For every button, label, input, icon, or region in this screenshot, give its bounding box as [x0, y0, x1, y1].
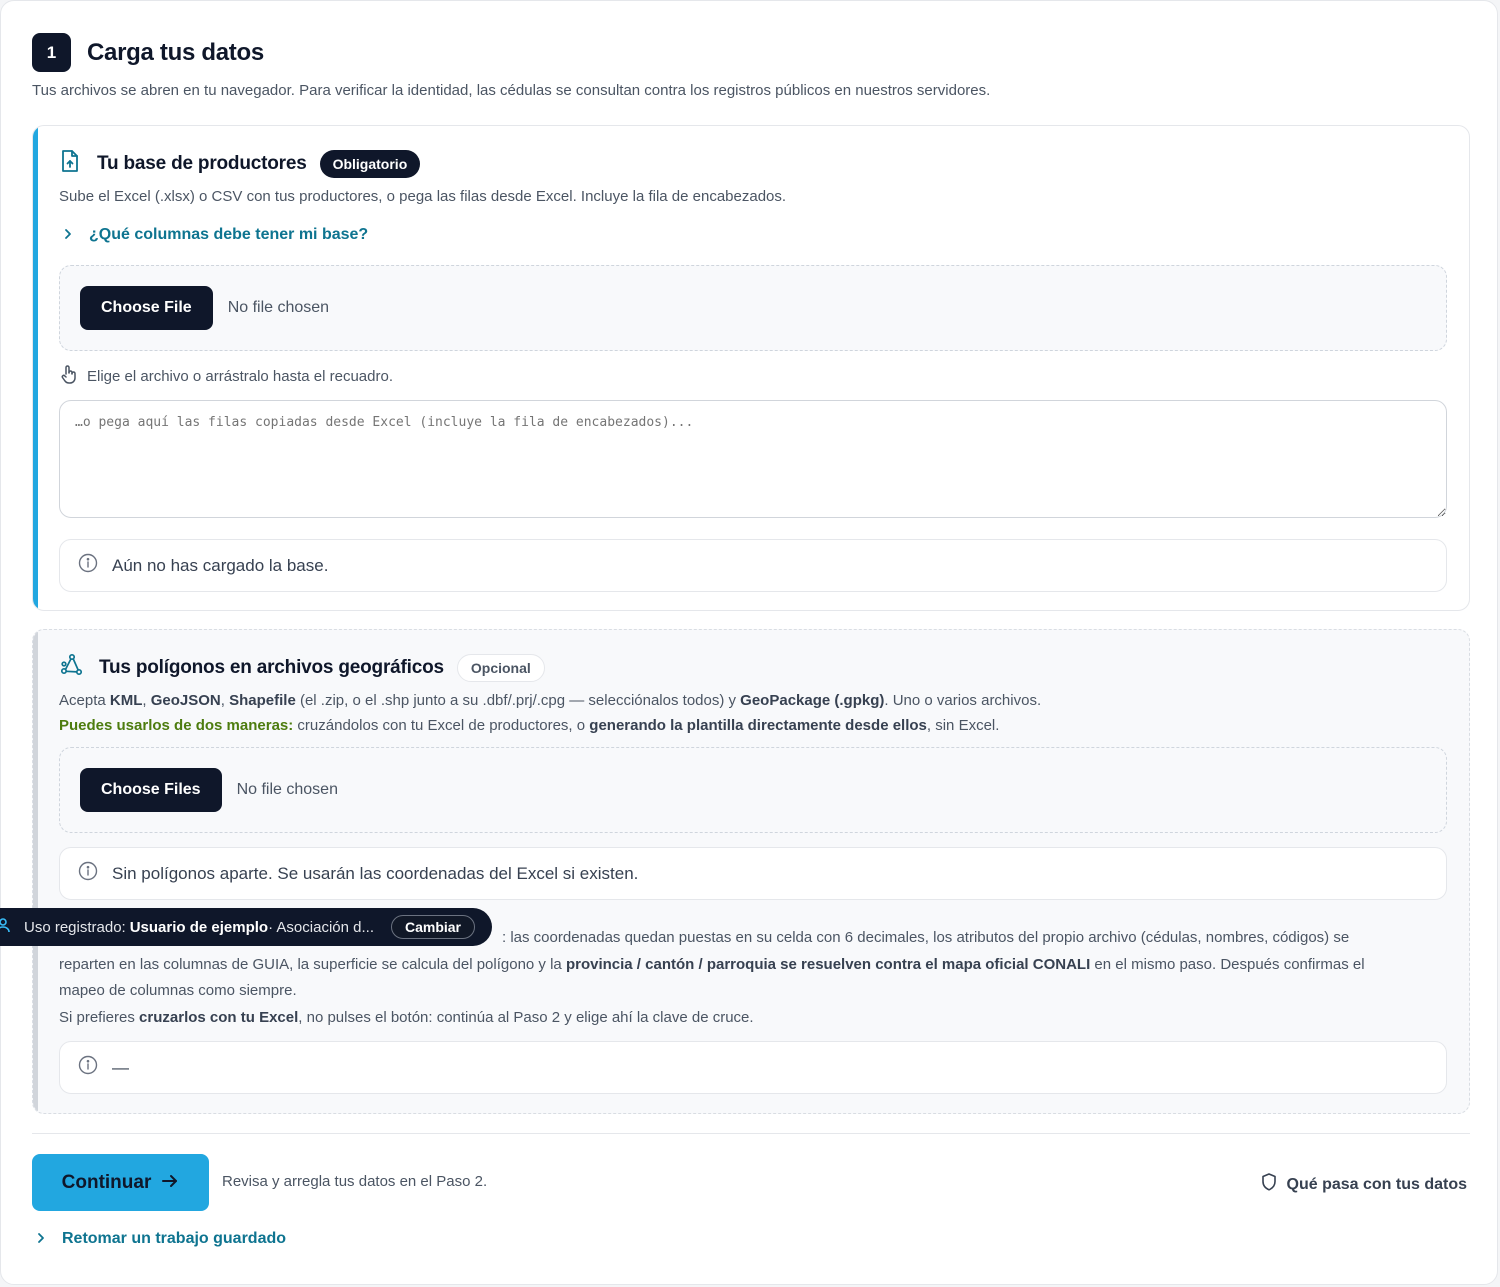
producer-base-card: Tu base de productores Obligatorio Sube …: [32, 125, 1470, 611]
privacy-link-label: Qué pasa con tus datos: [1286, 1175, 1467, 1193]
chevron-right-icon: [36, 1231, 52, 1247]
accepted-formats: Acepta KML, GeoJSON, Shapefile (el .zip,…: [59, 692, 1042, 709]
arrow-right-icon: [161, 1172, 179, 1194]
upload-page: 1 Carga tus datos Tus archivos se abren …: [0, 0, 1498, 1285]
step-number: 1: [32, 33, 71, 72]
hand-pointer-icon: [59, 364, 87, 388]
polygon-result-text: —: [112, 1057, 129, 1077]
polygons-card: Tus polígonos en archivos geográficos Op…: [32, 629, 1470, 1114]
two-ways-note: Puedes usarlos de dos maneras: cruzándol…: [59, 717, 1000, 734]
step-title: Carga tus datos: [87, 38, 264, 66]
shield-icon: [1260, 1172, 1287, 1197]
change-user-button[interactable]: Cambiar: [390, 915, 476, 939]
file-status: No file chosen: [227, 299, 330, 316]
info-icon: [78, 861, 112, 886]
user-icon: [0, 917, 12, 937]
privacy-link[interactable]: Qué pasa con tus datos: [1260, 1172, 1467, 1197]
toast-prefix: Uso registrado:: [24, 918, 126, 936]
producer-file-dropzone[interactable]: Choose File No file chosen: [59, 265, 1447, 351]
producer-base-description: Sube el Excel (.xlsx) o CSV con tus prod…: [59, 188, 787, 205]
polygon-status-text: Sin polígonos aparte. Se usarán las coor…: [112, 863, 639, 883]
info-icon: [78, 1055, 112, 1080]
continue-label: Continuar: [61, 1171, 152, 1193]
producer-base-title: Tu base de productores: [97, 152, 307, 174]
choose-file-button[interactable]: Choose File: [80, 286, 213, 330]
file-upload-icon: [59, 149, 81, 178]
polygons-header: Tus polígonos en archivos geográficos Op…: [59, 653, 545, 682]
registered-use-toast: Uso registrado: Usuario de ejemplo · Aso…: [0, 908, 492, 946]
paste-rows-textarea[interactable]: [59, 400, 1447, 518]
base-status-text: Aún no has cargado la base.: [112, 555, 329, 575]
toast-suffix: · Asociación d...: [268, 918, 374, 936]
resume-saved-job-toggle[interactable]: Retomar un trabajo guardado: [36, 1230, 286, 1248]
divider: [32, 1133, 1470, 1134]
columns-help-label: ¿Qué columnas debe tener mi base?: [89, 226, 369, 243]
producer-base-header: Tu base de productores Obligatorio: [59, 149, 421, 178]
polygon-file-status: No file chosen: [236, 781, 338, 798]
polygon-file-dropzone[interactable]: Choose Files No file chosen: [59, 747, 1447, 833]
optional-badge: Opcional: [456, 653, 545, 682]
continue-button[interactable]: Continuar: [32, 1154, 209, 1211]
drag-hint-text: Elige el archivo o arrástralo hasta el r…: [87, 367, 393, 385]
resume-saved-job-label: Retomar un trabajo guardado: [62, 1230, 287, 1247]
polygons-title: Tus polígonos en archivos geográficos: [99, 656, 444, 678]
columns-help-toggle[interactable]: ¿Qué columnas debe tener mi base?: [63, 226, 368, 244]
info-icon: [78, 553, 112, 578]
continue-subtext: Revisa y arregla tus datos en el Paso 2.: [222, 1173, 488, 1190]
base-status-box: Aún no has cargado la base.: [59, 539, 1447, 592]
required-badge: Obligatorio: [319, 149, 421, 178]
toast-user: Usuario de ejemplo: [129, 918, 269, 936]
polygon-result-box: —: [59, 1041, 1447, 1094]
drag-hint: Elige el archivo o arrástralo hasta el r…: [59, 364, 393, 388]
chevron-right-icon: [63, 227, 79, 243]
polygon-status-box: Sin polígonos aparte. Se usarán las coor…: [59, 847, 1447, 900]
choose-files-button[interactable]: Choose Files: [80, 768, 222, 812]
step-header: 1 Carga tus datos: [32, 33, 264, 72]
polygon-nodes-icon: [59, 653, 83, 682]
step-subtitle: Tus archivos se abren en tu navegador. P…: [32, 82, 991, 99]
